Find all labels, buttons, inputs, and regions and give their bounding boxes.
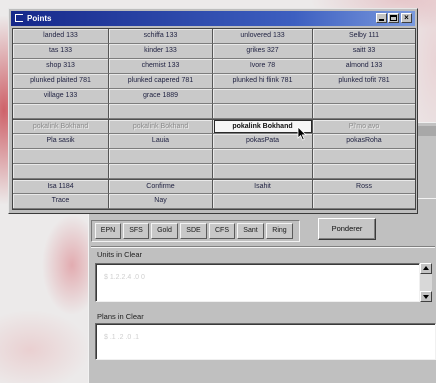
grid-cell[interactable]: shop 313 [13,59,109,74]
window-icon [15,14,23,22]
tab-sant[interactable]: Sant [237,223,264,239]
grid-cell[interactable]: plunked hi flink 781 [213,74,313,89]
divider [91,246,435,248]
units-textarea[interactable]: $ 1.2.2.4 .0 0 [95,263,420,302]
plans-label: Plans in Clear [97,312,144,321]
units-textarea-value: $ 1.2.2.4 .0 0 [104,274,145,281]
grid-cell[interactable]: plunked capered 781 [109,74,213,89]
points-window: Points × landed 133 schiffa 133 unlovere… [8,8,418,214]
grid-cell-empty [109,104,213,119]
tab-epn[interactable]: EPN [95,223,121,239]
grid-cell[interactable]: Selby 111 [313,29,415,44]
units-label: Units in Clear [97,250,143,259]
tab-cfs[interactable]: CFS [209,223,235,239]
grid-cell[interactable]: Ross [313,179,415,194]
grid-cell-disabled[interactable]: Pl'mo avo [313,119,415,134]
grid-cell[interactable]: Isa 1184 [13,179,109,194]
grid-cell-empty [213,164,313,179]
grid-cell-empty [213,149,313,164]
grid-cell-empty [13,104,109,119]
partial-window-tab [418,126,436,136]
grid-cell-empty [13,149,109,164]
grid-cell[interactable]: almond 133 [313,59,415,74]
grid-cell[interactable]: Trace [13,194,109,209]
grid-cell-empty [213,104,313,119]
title-bar[interactable]: Points × [11,11,415,26]
grid-cell-empty [109,149,213,164]
grid-cell-empty [213,89,313,104]
scroll-down-icon [423,295,429,299]
grid-cell[interactable]: Ivore 78 [213,59,313,74]
grid-cell[interactable]: schiffa 133 [109,29,213,44]
grid-cell[interactable]: pokasRoha [313,134,415,149]
grid-cell[interactable]: village 133 [13,89,109,104]
grid-cell-disabled[interactable]: pokalink Bokhand [13,119,109,134]
tab-sde[interactable]: SDE [180,223,207,239]
close-button[interactable]: × [401,13,412,23]
scroll-up-icon [423,266,429,270]
grid-cell[interactable]: Pla sasik [13,134,109,149]
grid-cell[interactable]: grikes 327 [213,44,313,59]
minimize-icon [379,19,384,21]
grid-cell-empty [109,164,213,179]
grid-cell-empty [13,164,109,179]
window-title: Points [27,14,52,23]
minimize-button[interactable] [376,13,387,23]
grid-cell[interactable]: chemist 133 [109,59,213,74]
tab-strip: EPN SFS Gold SDE CFS Sant Ring [91,220,300,242]
grid-cell-empty [313,164,415,179]
grid-cell-disabled[interactable]: pokalink Bokhand [109,119,213,134]
tab-sfs[interactable]: SFS [123,223,149,239]
plans-textarea[interactable]: $ .1 .2 .0 .1 [95,323,436,360]
mouse-cursor-icon [297,126,307,141]
grid-cell[interactable]: Lauia [109,134,213,149]
grid-cell[interactable]: plunked tofit 781 [313,74,415,89]
grid-cell-empty [213,194,313,209]
grid-cell-empty [313,194,415,209]
close-icon: × [404,13,409,22]
grid-cell[interactable]: landed 133 [13,29,109,44]
grid-cell-empty [313,89,415,104]
grid-cell[interactable]: Confirme [109,179,213,194]
units-scrollbar[interactable] [420,263,432,302]
maximize-button[interactable] [388,13,399,23]
scroll-down-button[interactable] [420,291,432,302]
maximize-icon [390,15,397,21]
grid-cell[interactable]: tas 133 [13,44,109,59]
grid-cell[interactable]: unlovered 133 [213,29,313,44]
grid-cell-empty [313,104,415,119]
plans-textarea-value: $ .1 .2 .0 .1 [104,334,140,341]
tab-gold[interactable]: Gold [151,223,178,239]
grid-cell[interactable]: Nay [109,194,213,209]
grid-cell[interactable]: saitt 33 [313,44,415,59]
scroll-up-button[interactable] [420,263,432,274]
grid-cell[interactable]: kinder 133 [109,44,213,59]
points-grid: landed 133 schiffa 133 unlovered 133 Sel… [12,28,416,210]
ponderer-button[interactable]: Ponderer [318,218,376,240]
grid-cell-empty [313,149,415,164]
grid-cell[interactable]: Isahit [213,179,313,194]
grid-cell[interactable]: grace 1889 [109,89,213,104]
editor-window: EPN SFS Gold SDE CFS Sant Ring Ponderer … [88,198,436,383]
tab-ring[interactable]: Ring [266,223,293,239]
grid-cell[interactable]: plunked plaited 781 [13,74,109,89]
